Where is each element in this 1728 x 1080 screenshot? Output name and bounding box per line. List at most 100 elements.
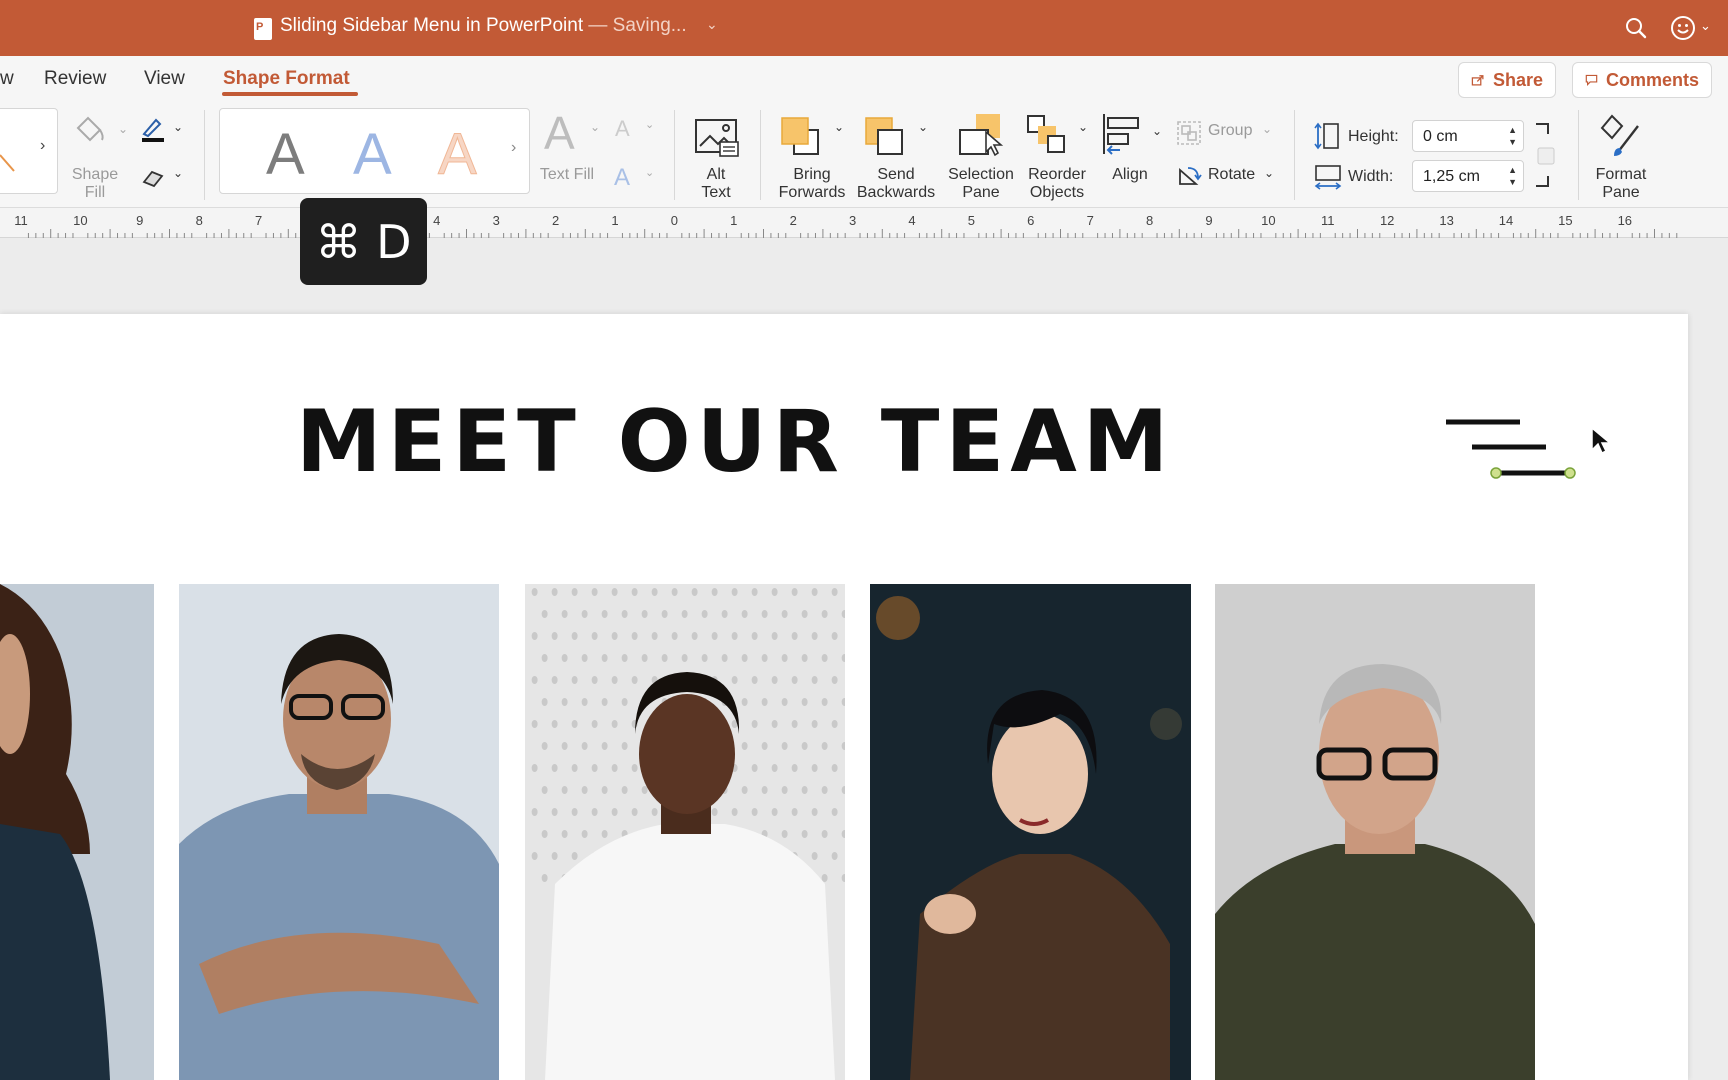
hamburger-menu-icon[interactable] xyxy=(1440,410,1600,490)
chevron-down-icon[interactable]: ⌄ xyxy=(1078,120,1088,134)
wordart-style-blue[interactable]: A xyxy=(353,121,392,188)
wordart-styles-gallery[interactable]: A A A › xyxy=(219,108,530,194)
team-photo-1-image xyxy=(0,584,154,1080)
ruler-label: 3 xyxy=(849,213,856,228)
tab-view[interactable]: View xyxy=(144,68,185,90)
send-backwards-icon[interactable] xyxy=(864,114,908,158)
width-field[interactable]: 1,25 cm ▲ ▼ xyxy=(1412,160,1524,192)
width-icon xyxy=(1314,165,1342,190)
ruler-label: 14 xyxy=(1499,213,1513,228)
tab-partial[interactable]: w xyxy=(0,68,14,90)
shape-effects-icon[interactable] xyxy=(140,168,166,190)
ruler-label: 0 xyxy=(671,213,678,228)
smiley-icon[interactable] xyxy=(1670,15,1696,41)
ribbon-separator xyxy=(1578,110,1579,200)
ruler-label: 8 xyxy=(196,213,203,228)
ruler-ticks: 1110987654321012345678910111213141516 xyxy=(14,213,1678,238)
chevron-down-icon[interactable]: ⌄ xyxy=(1264,166,1274,180)
ruler-label: 8 xyxy=(1146,213,1153,228)
chevron-down-icon[interactable]: ⌄ xyxy=(706,16,718,33)
text-outline-icon[interactable]: A xyxy=(615,116,630,142)
height-label: Height: xyxy=(1348,128,1399,145)
window-title[interactable]: Sliding Sidebar Menu in PowerPoint — Sav… xyxy=(280,15,687,37)
chevron-down-icon[interactable]: ⌄ xyxy=(834,120,844,134)
mouse-cursor-icon xyxy=(1591,426,1612,455)
ribbon-separator xyxy=(204,110,205,200)
comments-button[interactable]: Comments xyxy=(1572,62,1712,98)
team-photo-2[interactable] xyxy=(179,584,499,1080)
reorder-objects-icon[interactable] xyxy=(1026,112,1070,156)
width-stepper[interactable]: ▲ ▼ xyxy=(1508,164,1517,188)
shapes-gallery[interactable]: › xyxy=(0,108,58,194)
chevron-down-icon[interactable]: ⌄ xyxy=(590,120,600,134)
paint-bucket-icon[interactable] xyxy=(72,112,108,146)
chevron-down-icon[interactable]: ⌄ xyxy=(173,166,183,180)
height-stepper[interactable]: ▲ ▼ xyxy=(1508,124,1517,148)
ribbon-toolbar: › ⌄ Shape Fill ⌄ ⌄ A A A › A ⌄ Text Fill… xyxy=(0,104,1728,208)
selection-pane-icon[interactable] xyxy=(958,112,1006,158)
ruler-label: 6 xyxy=(1027,213,1034,228)
send-backwards-label: Send Backwards xyxy=(856,166,936,201)
tab-shape-format[interactable]: Shape Format xyxy=(223,68,350,90)
wordart-style-gray[interactable]: A xyxy=(266,121,305,188)
ribbon-tab-row: w Review View Shape Format Share Comment… xyxy=(0,56,1728,104)
ruler-label: 11 xyxy=(14,213,28,228)
chevron-down-icon[interactable]: ⌄ xyxy=(918,120,928,134)
wordart-style-orange[interactable]: A xyxy=(438,121,478,188)
ruler-label: 1 xyxy=(611,213,618,228)
reorder-objects-label: Reorder Objects xyxy=(1028,166,1086,201)
ruler-label: 10 xyxy=(73,213,87,228)
alt-text-icon[interactable] xyxy=(694,116,740,160)
bring-forwards-icon[interactable] xyxy=(780,114,824,158)
line-shape-icon xyxy=(0,154,15,172)
rotate-label[interactable]: Rotate xyxy=(1208,166,1255,184)
ruler-label: 10 xyxy=(1261,213,1275,228)
align-icon[interactable] xyxy=(1102,112,1144,156)
lock-aspect-ratio-icon[interactable] xyxy=(1534,122,1558,188)
chevron-down-icon[interactable]: ⌄ xyxy=(1700,18,1711,34)
search-icon[interactable] xyxy=(1624,16,1648,40)
team-photo-3[interactable] xyxy=(525,584,845,1080)
share-icon xyxy=(1471,75,1484,86)
chevron-down-icon[interactable]: ⌄ xyxy=(645,166,654,179)
ruler-label: 3 xyxy=(493,213,500,228)
share-button[interactable]: Share xyxy=(1458,62,1556,98)
group-label[interactable]: Group xyxy=(1208,122,1252,140)
ruler-label: 1 xyxy=(730,213,737,228)
ribbon-separator xyxy=(674,110,675,200)
ruler-label: 11 xyxy=(1321,213,1335,228)
saving-status: — Saving... xyxy=(583,15,687,36)
chevron-down-icon[interactable]: ⌄ xyxy=(645,118,654,131)
powerpoint-doc-icon xyxy=(254,18,272,40)
alt-text-label: Alt Text xyxy=(701,166,731,201)
chevron-right-icon[interactable]: › xyxy=(511,139,516,157)
chevron-down-icon[interactable]: ⌄ xyxy=(173,120,183,134)
team-photo-1[interactable] xyxy=(0,584,154,1080)
shape-outline-icon[interactable] xyxy=(140,116,166,144)
slide-title[interactable]: MEET OUR TEAM xyxy=(296,392,1174,492)
ruler-label: 13 xyxy=(1439,213,1453,228)
chevron-down-icon[interactable]: ⌄ xyxy=(118,122,128,136)
format-pane-icon[interactable] xyxy=(1598,112,1646,158)
team-photo-5[interactable] xyxy=(1215,584,1535,1080)
ruler-label: 2 xyxy=(552,213,559,228)
tab-review[interactable]: Review xyxy=(44,68,106,90)
chevron-down-icon[interactable]: ⌄ xyxy=(1152,124,1162,138)
share-label: Share xyxy=(1492,69,1543,90)
group-icon[interactable] xyxy=(1176,120,1202,146)
team-photo-4[interactable] xyxy=(870,584,1191,1080)
chevron-right-icon[interactable]: › xyxy=(40,137,45,155)
chevron-down-icon[interactable]: ⌄ xyxy=(1262,122,1272,136)
height-value: 0 cm xyxy=(1423,128,1458,145)
width-label: Width: xyxy=(1348,168,1394,185)
title-bar: Sliding Sidebar Menu in PowerPoint — Sav… xyxy=(0,0,1728,56)
rotate-icon[interactable] xyxy=(1176,164,1202,188)
ruler-label: 4 xyxy=(908,213,915,228)
active-tab-indicator xyxy=(222,92,358,96)
ruler-label: 7 xyxy=(255,213,262,228)
shape-fill-label: Shape Fill xyxy=(71,166,119,201)
text-fill-icon[interactable]: A xyxy=(544,106,575,160)
text-effects-icon[interactable]: A xyxy=(614,164,630,192)
height-field[interactable]: 0 cm ▲ ▼ xyxy=(1412,120,1524,152)
ruler-label: 15 xyxy=(1558,213,1572,228)
